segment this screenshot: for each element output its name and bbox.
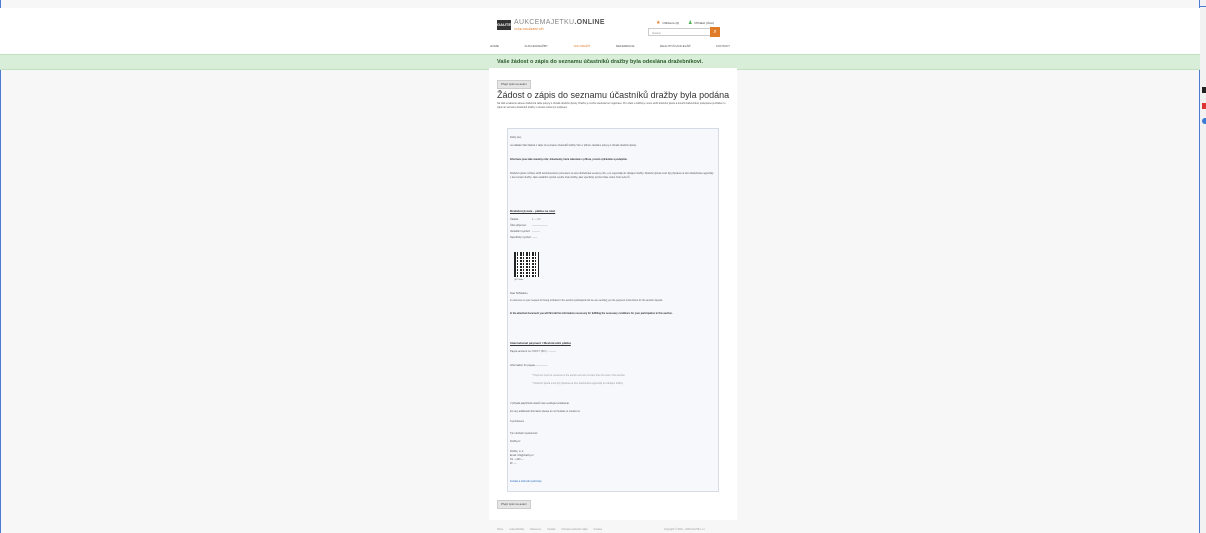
side-widget-icon[interactable] [1202, 118, 1206, 124]
side-widget-icon[interactable] [1202, 87, 1206, 93]
footer-link[interactable]: Kontakt [547, 528, 555, 531]
payment-row: Specifický symbol: —— [510, 236, 537, 239]
payment-key: Účet příjemce: [510, 224, 527, 227]
email-paragraph: na základě Vaší žádosti o zápis do sezna… [510, 144, 637, 147]
payment-key: Specifický symbol: [510, 236, 532, 239]
side-widget-icon[interactable] [1202, 103, 1206, 109]
terms-link[interactable]: Kontakt a obchodní podmínky [510, 480, 542, 484]
contact-line: Email: info@drazby.cz [510, 454, 534, 457]
user-icon: ♟ [688, 20, 693, 26]
qr-caption: QR Platba [514, 279, 524, 281]
email-bold-paragraph-en: In the attached document you will find a… [510, 312, 673, 315]
payment-key: Částka: [510, 218, 519, 221]
favorites-link[interactable]: ★ Oblíbené (0) [656, 20, 679, 26]
login-link[interactable]: ♟ Přihlásit (Účet) [688, 20, 714, 26]
nav-home[interactable]: HOME [490, 44, 499, 52]
email-web: Dražby.cz [510, 440, 521, 443]
email-paragraph-en: For any additional information please do… [510, 410, 581, 413]
email-greeting-en: Dear Sir/Madam, [510, 292, 529, 295]
search-button[interactable]: ⌕ [710, 27, 720, 37]
payment-row: Účet příjemce: —————— [510, 224, 548, 227]
nav-references[interactable]: REFERENCE [616, 44, 635, 52]
email-team: Tým dražební společnosti [510, 432, 538, 435]
email-greeting: Dobrý den, [510, 136, 522, 139]
contact-line: Dražby, s.r.o. [510, 450, 524, 453]
logo-title-main: AUKCEMAJETKU [514, 19, 575, 26]
international-heading: International payment / Mezinárodní plat… [510, 341, 571, 345]
contact-line: Tel.: +420 — [510, 458, 524, 461]
iban-row: Payee account no.: SWIFT (BIC): ——— [510, 350, 556, 353]
email-bold-paragraph: Informace jsou také uvedeny níže; dokume… [510, 158, 628, 161]
note: * Dražební jistota musí být připsána na … [532, 382, 624, 385]
payment-row: Variabilní symbol: ——— [510, 230, 540, 233]
qr-code [514, 252, 539, 277]
footer-link[interactable]: Reference [530, 528, 541, 531]
footer-link[interactable]: Ochrana osobních údajů [561, 528, 587, 531]
footer-link[interactable]: Cookies [593, 528, 602, 531]
payment-value: 1 — Kč [532, 218, 541, 221]
search-icon: ⌕ [713, 29, 717, 35]
nav-real-estate[interactable]: REALITNÍ KANCELÁŘ [660, 44, 691, 52]
nav-auctions[interactable]: AUKCE/DRAŽBY [525, 44, 548, 52]
footer-link[interactable]: Home [497, 528, 503, 531]
payment-value: ——— [532, 230, 540, 233]
star-icon: ★ [656, 20, 661, 26]
logo-subtitle: VAŠE DRAŽEBNÍ SÍŇ [514, 27, 544, 31]
logo-title[interactable]: AUKCEMAJETKU.ONLINE [514, 19, 605, 26]
payment-value: —— [532, 236, 538, 239]
intro-text: Na Vaší emailovou adresu dražebník zašle… [497, 102, 726, 109]
iban-label: Payee account no.: [510, 350, 533, 353]
page-title: Žádost o zápis do seznamu účastníků draž… [497, 90, 730, 100]
contact-line: ID: — [510, 462, 517, 465]
iban-value: SWIFT (BIC): ——— [532, 350, 557, 353]
login-label: Přihlásit (Účet) [694, 21, 715, 25]
favorites-label: Oblíbené (0) [662, 21, 680, 25]
payment-key: Variabilní symbol: [510, 230, 531, 233]
back-to-auction-button-bottom[interactable]: Přejít zpět na aukci [497, 500, 531, 509]
payment-value: —————— [532, 224, 548, 227]
search-input[interactable]: Hledat [648, 28, 718, 36]
logo-icon[interactable]: GAUTE [497, 20, 511, 30]
payment-heading: Dražební jistota - platba na účet [510, 209, 556, 213]
email-paragraph-en: in reference to your request for being i… [510, 299, 663, 302]
email-paragraph: V případě jakýchkoliv dotazů nás neváhej… [510, 402, 570, 405]
nav-contact[interactable]: KONTAKT [716, 44, 730, 52]
back-to-auction-button[interactable]: Přejít zpět na aukci [497, 80, 531, 89]
footer-copyright: Copyright © 2024 – 2026 GAUTE s.r.o. [664, 528, 706, 531]
logo-title-suffix: .ONLINE [574, 19, 605, 26]
note: * Payment must be received on the auctio… [532, 374, 626, 377]
email-preview [507, 128, 719, 492]
info-value: —————— [532, 364, 548, 367]
main-nav: HOME AUKCE/DRAŽBY JAK DRAŽIT REFERENCE R… [490, 44, 730, 52]
info-row: Information for payee: —————— [510, 364, 548, 367]
nav-how-to-bid[interactable]: JAK DRAŽIT [573, 44, 590, 52]
email-sign: S pozdravem [510, 420, 525, 423]
footer-link[interactable]: Aukce/Dražby [509, 528, 524, 531]
footer-links: Home Aukce/Dražby Reference Kontakt Ochr… [497, 528, 602, 531]
payment-row: Částka: 1 — Kč [510, 218, 541, 221]
email-paragraph: Dražební jistotu můžete složit bezhotovo… [510, 172, 714, 179]
